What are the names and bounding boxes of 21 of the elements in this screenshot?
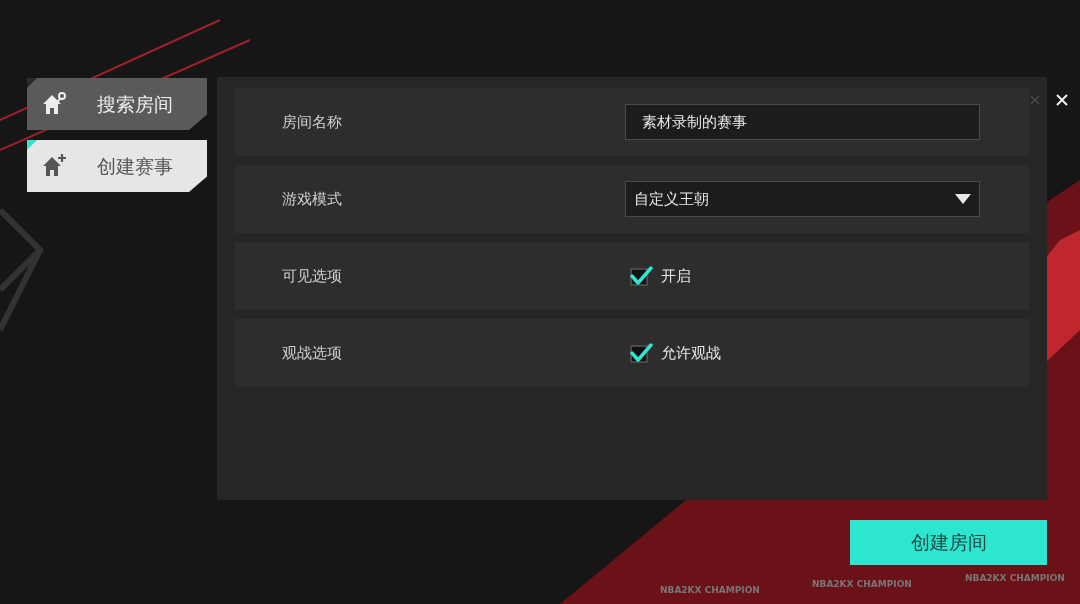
house-plus-icon: [41, 153, 67, 179]
corner-mark-icon: [27, 140, 37, 150]
text-field[interactable]: 素材录制的赛事: [625, 104, 980, 140]
field-label: 观战选项: [281, 342, 343, 364]
corner-mark-icon: [27, 78, 37, 88]
checkbox[interactable]: [629, 265, 653, 287]
dropdown[interactable]: 自定义王朝: [625, 181, 980, 217]
field-label: 房间名称: [281, 111, 343, 133]
banner-text: NBA2KX CHAMPION: [660, 584, 760, 597]
house-search-icon: [41, 91, 67, 117]
banner-text: NBA2KX CHAMPION: [812, 578, 912, 591]
sidebar-tab[interactable]: 搜索房间: [27, 78, 207, 130]
checkbox[interactable]: [629, 342, 653, 364]
sidebar-tab[interactable]: 创建赛事: [27, 140, 207, 192]
banner-text: NBA2KX CHAMPION: [965, 572, 1065, 585]
checkbox-option[interactable]: 允许观战: [629, 341, 721, 365]
field-label: 游戏模式: [281, 188, 343, 210]
field-label: 可见选项: [281, 265, 343, 287]
checkbox-option[interactable]: 开启: [629, 264, 691, 288]
create-room-button[interactable]: 创建房间: [850, 520, 1047, 565]
caret-icon: [955, 194, 971, 204]
